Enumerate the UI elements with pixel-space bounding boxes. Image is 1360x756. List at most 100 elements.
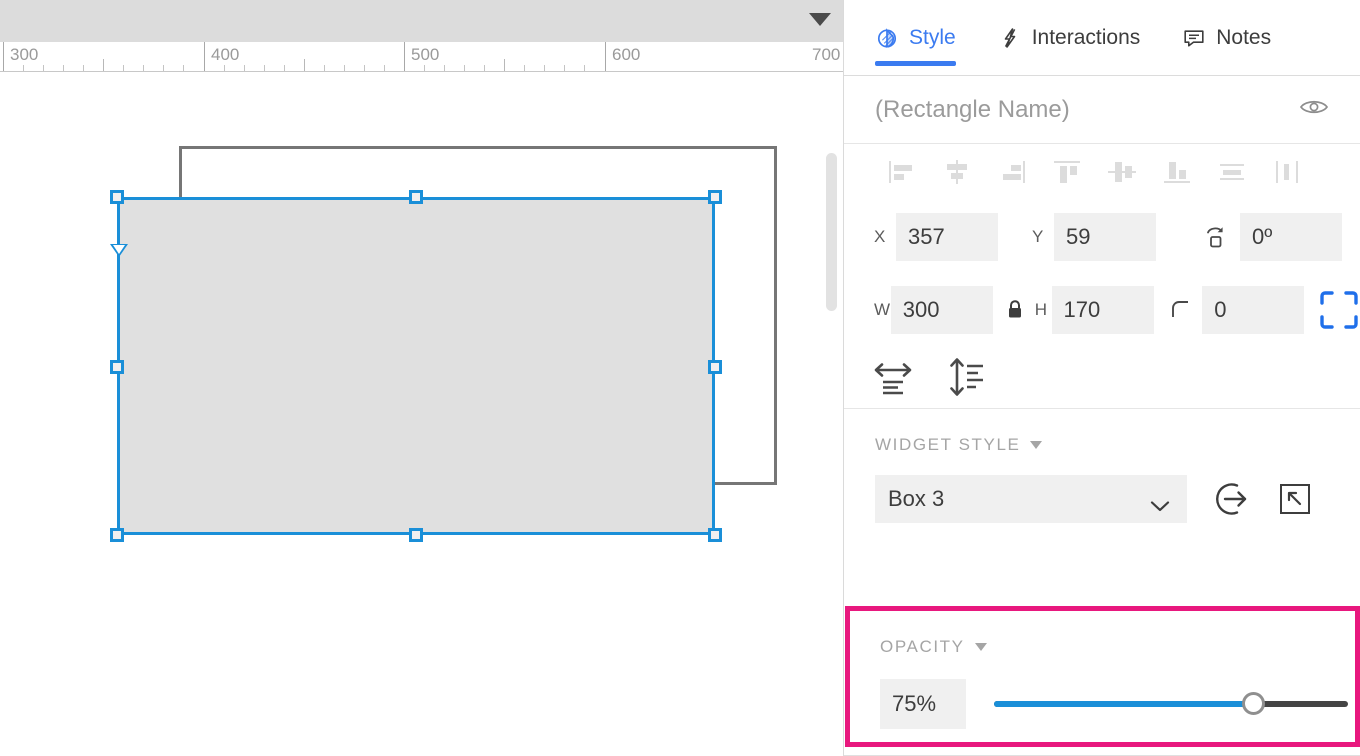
ruler-minor-tick [364, 65, 365, 71]
align-left-icon[interactable] [874, 152, 929, 192]
ruler-minor-tick [444, 65, 445, 71]
tab-style[interactable]: Style [875, 0, 956, 76]
tab-style-label: Style [909, 26, 956, 50]
arrow-into-circle-icon[interactable] [1213, 479, 1253, 519]
ruler-label: 400 [211, 45, 239, 65]
align-top-icon[interactable] [1039, 152, 1094, 192]
eye-icon[interactable] [1298, 95, 1330, 124]
tab-interactions[interactable]: Interactions [998, 0, 1141, 76]
x-label: X [874, 227, 896, 247]
ruler-major-tick [3, 42, 4, 72]
ruler-mid-tick [304, 59, 305, 71]
corner-radius-input[interactable] [1202, 286, 1304, 334]
widget-style-selected-label: Box 3 [888, 486, 944, 512]
align-bottom-icon[interactable] [1149, 152, 1204, 192]
widget-style-section: WIDGET STYLE Box 3 [844, 409, 1360, 523]
opacity-section: OPACITY [845, 606, 1360, 747]
ruler-minor-tick [344, 65, 345, 71]
ruler-label: 600 [612, 45, 640, 65]
distribute-vertical-icon[interactable] [1204, 152, 1259, 192]
ruler-minor-tick [143, 65, 144, 71]
handle-bottom-left[interactable] [110, 528, 124, 542]
handle-top-left[interactable] [110, 190, 124, 204]
ruler-minor-tick [564, 65, 565, 71]
opacity-header[interactable]: OPACITY [880, 637, 1355, 657]
canvas-surface[interactable] [0, 73, 843, 756]
style-inspector-panel: Style Interactions Not [843, 0, 1360, 756]
rotate-marker-inner-icon [113, 245, 125, 254]
height-input[interactable] [1052, 286, 1154, 334]
handle-middle-right[interactable] [708, 360, 722, 374]
ruler-minor-tick [544, 65, 545, 71]
ruler-minor-tick [83, 65, 84, 71]
handle-bottom-center[interactable] [409, 528, 423, 542]
alignment-toolbar [844, 144, 1360, 200]
fit-width-icon[interactable] [872, 357, 914, 397]
width-input[interactable] [891, 286, 993, 334]
axure-style-panel-screen: 300400500600700 [0, 0, 1360, 756]
lock-closed-icon[interactable] [1005, 298, 1025, 322]
lightning-bolt-icon [998, 26, 1022, 50]
ruler-label: 700 [812, 45, 840, 65]
opacity-row [880, 679, 1355, 729]
y-label: Y [1032, 227, 1054, 247]
tab-notes[interactable]: Notes [1182, 0, 1271, 76]
position-row: X Y [844, 200, 1360, 274]
align-right-icon[interactable] [984, 152, 1039, 192]
widget-style-row: Box 3 [875, 475, 1360, 523]
box-arrow-icon[interactable] [1277, 481, 1313, 517]
distribute-horizontal-icon[interactable] [1259, 152, 1314, 192]
chevron-down-icon [1030, 441, 1042, 449]
tab-notes-label: Notes [1216, 26, 1271, 50]
ruler-major-tick [404, 42, 405, 72]
ruler-minor-tick [584, 65, 585, 71]
handle-top-center[interactable] [409, 190, 423, 204]
ruler-minor-tick [63, 65, 64, 71]
ruler-major-tick [605, 42, 606, 72]
tab-interactions-label: Interactions [1032, 26, 1141, 50]
fit-height-icon[interactable] [946, 357, 988, 397]
widget-style-select[interactable]: Box 3 [875, 475, 1187, 523]
horizontal-ruler[interactable]: 300400500600700 [0, 42, 843, 72]
handle-bottom-right[interactable] [708, 528, 722, 542]
ruler-minor-tick [43, 65, 44, 71]
handle-top-right[interactable] [708, 190, 722, 204]
w-label: W [874, 300, 891, 320]
ruler-mid-tick [504, 59, 505, 71]
triangle-down-icon[interactable] [809, 13, 831, 26]
rotation-input[interactable] [1240, 213, 1342, 261]
size-row: W H [844, 274, 1360, 346]
ruler-label: 500 [411, 45, 439, 65]
panel-tabs: Style Interactions Not [844, 0, 1360, 76]
opacity-slider[interactable] [994, 692, 1348, 716]
ruler-minor-tick [384, 65, 385, 71]
rotate-icon [1202, 224, 1228, 250]
ruler-minor-tick [524, 65, 525, 71]
ruler-minor-tick [224, 65, 225, 71]
x-input[interactable] [896, 213, 998, 261]
ruler-minor-tick [23, 65, 24, 71]
canvas-area: 300400500600700 [0, 0, 843, 756]
widget-name-input[interactable] [875, 96, 1298, 124]
ruler-mid-tick [103, 59, 104, 71]
ruler-minor-tick [484, 65, 485, 71]
ruler-minor-tick [183, 65, 184, 71]
chevron-down-icon [975, 643, 987, 651]
ruler-minor-tick [163, 65, 164, 71]
handle-middle-left[interactable] [110, 360, 124, 374]
y-input[interactable] [1054, 213, 1156, 261]
ruler-minor-tick [284, 65, 285, 71]
h-label: H [1035, 300, 1052, 320]
chevron-down-icon [1149, 493, 1171, 519]
opacity-input[interactable] [880, 679, 966, 729]
opacity-slider-thumb[interactable] [1242, 692, 1265, 715]
align-center-icon[interactable] [929, 152, 984, 192]
corner-brackets-icon[interactable] [1318, 289, 1360, 331]
align-middle-icon[interactable] [1094, 152, 1149, 192]
canvas-vertical-scrollbar[interactable] [826, 153, 837, 311]
widget-style-header-label: WIDGET STYLE [875, 435, 1020, 455]
ruler-minor-tick [244, 65, 245, 71]
ruler-minor-tick [324, 65, 325, 71]
opacity-header-label: OPACITY [880, 637, 965, 657]
widget-style-header[interactable]: WIDGET STYLE [875, 435, 1360, 455]
